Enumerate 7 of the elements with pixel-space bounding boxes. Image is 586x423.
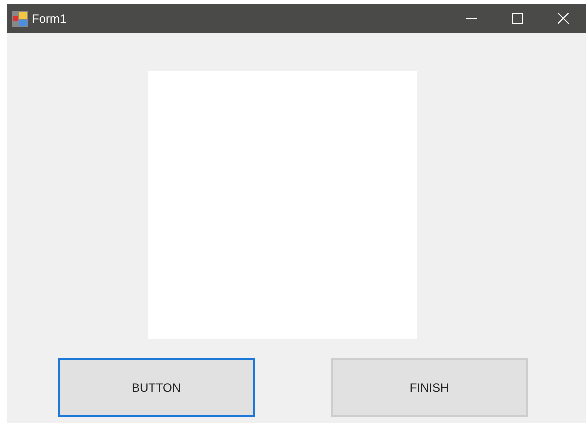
app-icon xyxy=(12,10,28,26)
window-title: Form1 xyxy=(32,10,67,28)
close-icon xyxy=(558,13,568,24)
maximize-icon xyxy=(512,13,522,24)
form-button[interactable]: FINISH xyxy=(331,358,528,417)
form-button[interactable]: BUTTON xyxy=(58,358,255,417)
minimize-icon xyxy=(466,18,476,20)
